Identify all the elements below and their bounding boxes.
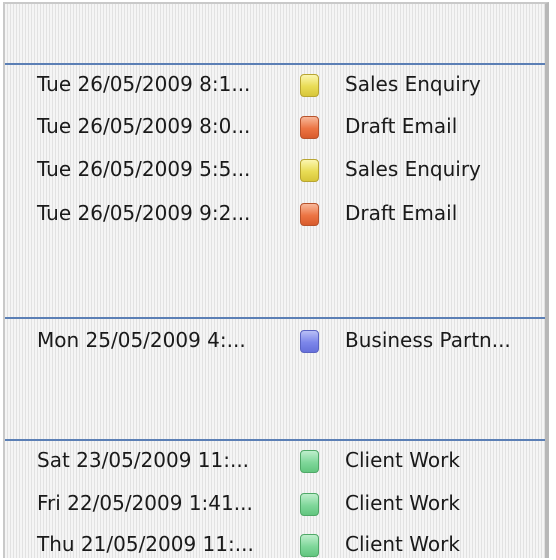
list-item[interactable]: Tue 26/05/2009 8:1... Sales Enquiry xyxy=(5,66,545,106)
list-item[interactable]: Tue 26/05/2009 8:0... Draft Email xyxy=(5,108,545,148)
category-label: Client Work xyxy=(345,448,460,472)
yellow-category-icon xyxy=(300,159,319,182)
received-date: Thu 21/05/2009 11:... xyxy=(37,532,254,556)
list-item[interactable]: Sat 23/05/2009 11:... Client Work xyxy=(5,442,545,482)
green-category-icon xyxy=(300,493,319,516)
list-item[interactable]: Thu 21/05/2009 11:... Client Work xyxy=(5,526,545,558)
received-date: Fri 22/05/2009 1:41... xyxy=(37,491,253,515)
group-separator xyxy=(5,439,545,441)
list-item[interactable]: Mon 25/05/2009 4:... Business Partn... xyxy=(5,322,545,362)
category-label: Draft Email xyxy=(345,114,458,138)
received-date: Tue 26/05/2009 5:5... xyxy=(37,157,251,181)
group-separator xyxy=(5,63,545,65)
orange-category-icon xyxy=(300,203,319,226)
received-date: Mon 25/05/2009 4:... xyxy=(37,328,246,352)
blue-category-icon xyxy=(300,330,319,353)
yellow-category-icon xyxy=(300,74,319,97)
received-date: Tue 26/05/2009 8:1... xyxy=(37,72,251,96)
category-label: Client Work xyxy=(345,532,460,556)
green-category-icon xyxy=(300,534,319,557)
list-item[interactable]: Tue 26/05/2009 5:5... Sales Enquiry xyxy=(5,151,545,191)
received-date: Tue 26/05/2009 9:2... xyxy=(37,201,251,225)
list-item[interactable]: Tue 26/05/2009 9:2... Draft Email xyxy=(5,195,545,235)
message-list-pane: Tue 26/05/2009 8:1... Sales Enquiry Tue … xyxy=(3,2,549,558)
list-item[interactable]: Fri 22/05/2009 1:41... Client Work xyxy=(5,485,545,525)
green-category-icon xyxy=(300,450,319,473)
received-date: Tue 26/05/2009 8:0... xyxy=(37,114,251,138)
category-label: Sales Enquiry xyxy=(345,72,481,96)
orange-category-icon xyxy=(300,116,319,139)
category-label: Client Work xyxy=(345,491,460,515)
category-label: Draft Email xyxy=(345,201,458,225)
group-separator xyxy=(5,317,545,319)
category-label: Business Partn... xyxy=(345,328,511,352)
category-label: Sales Enquiry xyxy=(345,157,481,181)
received-date: Sat 23/05/2009 11:... xyxy=(37,448,250,472)
